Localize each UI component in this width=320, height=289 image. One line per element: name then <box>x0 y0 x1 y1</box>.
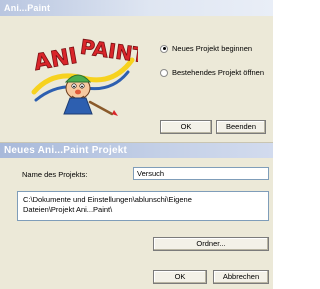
svg-text:PAINT: PAINT <box>79 35 138 68</box>
new-project-title: Neues Ani...Paint Projekt <box>4 145 127 156</box>
open-project-label: Bestehendes Projekt öffnen <box>172 68 265 77</box>
project-path-line-1: C:\Dokumente und Einstellungen\ablunschi… <box>23 195 192 204</box>
project-path-line-2: Dateien\Projekt Ani...Paint\ <box>23 205 113 214</box>
quit-button[interactable]: Beenden <box>216 120 266 134</box>
ok-button[interactable]: OK <box>160 120 212 134</box>
new-project-titlebar: Neues Ani...Paint Projekt <box>0 143 273 158</box>
open-project-radio[interactable] <box>160 68 168 77</box>
folder-button[interactable]: Ordner... <box>153 237 269 251</box>
cancel-button[interactable]: Abbrechen <box>213 270 269 284</box>
project-name-label: Name des Projekts: <box>22 170 88 179</box>
new-project-label: Neues Projekt beginnen <box>172 44 253 53</box>
svg-text:ANI: ANI <box>32 44 79 76</box>
start-dialog: ANI PAINT Neues Projekt beginnen Bestehe… <box>0 16 273 143</box>
option-new-project[interactable]: Neues Projekt beginnen <box>160 44 252 53</box>
anipaint-logo: ANI PAINT <box>31 34 138 116</box>
option-open-project[interactable]: Bestehendes Projekt öffnen <box>160 68 264 77</box>
new-project-dialog: Name des Projekts: C:\Dokumente und Eins… <box>0 158 273 289</box>
start-dialog-titlebar: Ani...Paint <box>0 0 273 16</box>
confirm-button[interactable]: OK <box>153 270 207 284</box>
project-path-box: C:\Dokumente und Einstellungen\ablunschi… <box>17 191 269 221</box>
project-name-input[interactable] <box>133 167 269 180</box>
start-dialog-title: Ani...Paint <box>4 3 51 13</box>
new-project-radio[interactable] <box>160 44 168 53</box>
